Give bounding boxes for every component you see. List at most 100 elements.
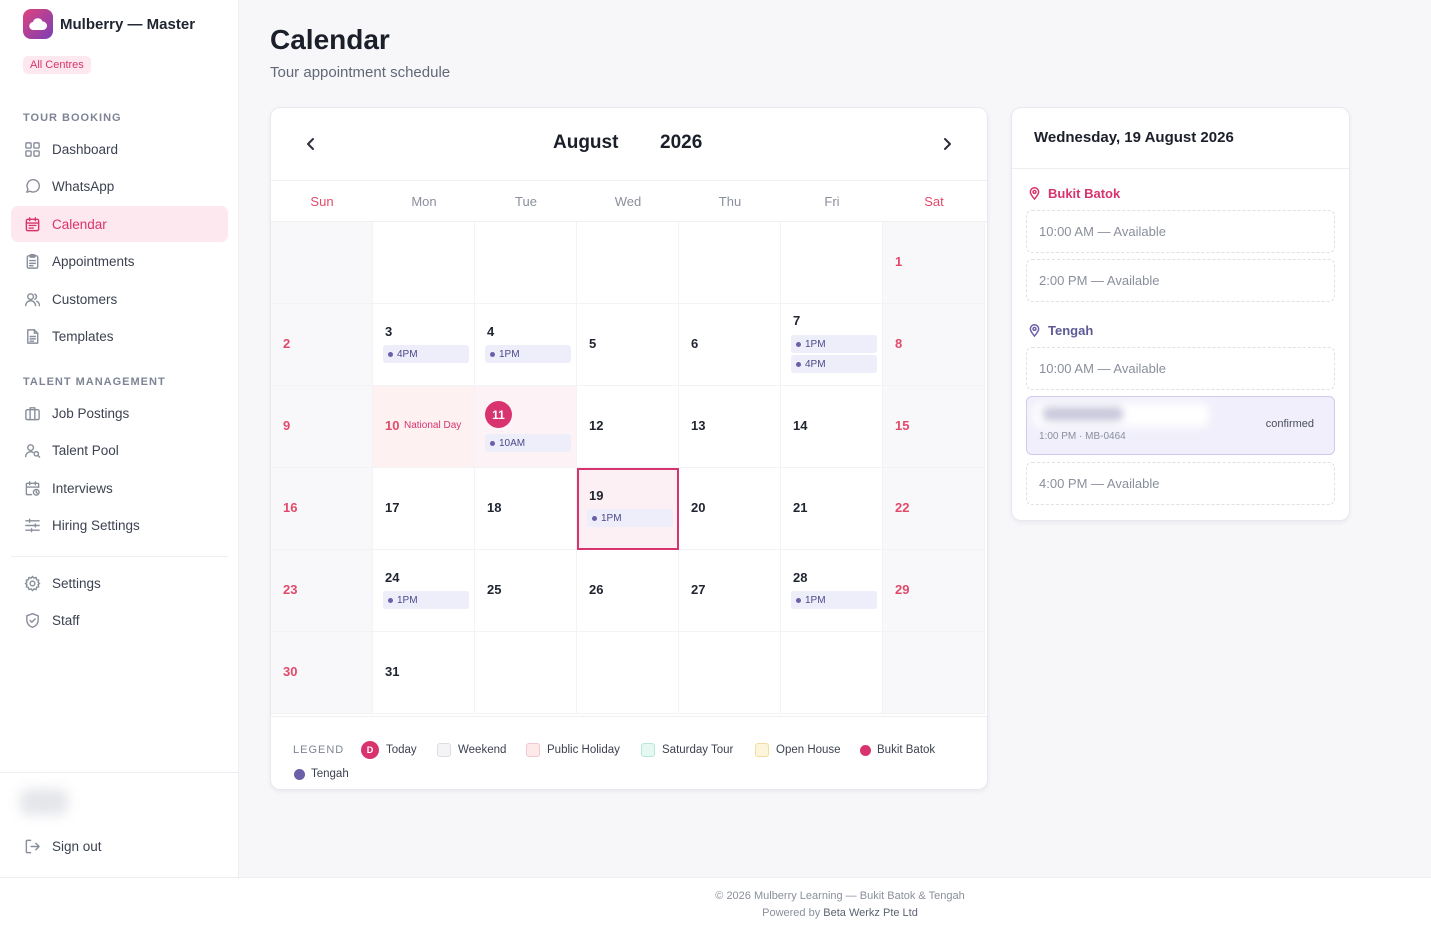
day-number: 7 xyxy=(793,313,801,328)
powered-by-text: Powered by xyxy=(762,907,821,919)
calendar-day-29[interactable]: 29 xyxy=(883,550,985,632)
calendar-day-23[interactable]: 23 xyxy=(271,550,373,632)
calendar-day-24[interactable]: 24 1PM xyxy=(373,550,475,632)
calendar-day-19[interactable]: 19 1PM xyxy=(577,468,679,550)
company-link[interactable]: Beta Werkz Pte Ltd xyxy=(823,907,918,919)
sidebar-item-label: Interviews xyxy=(52,480,113,496)
calendar-day-7[interactable]: 7 1PM 4PM xyxy=(781,304,883,386)
day-number: 21 xyxy=(793,500,808,515)
appointment-chip[interactable]: 1PM xyxy=(791,591,877,609)
time-slot[interactable]: 10:00 AM — Available xyxy=(1026,210,1335,253)
calendar-day-6[interactable]: 6 xyxy=(679,304,781,386)
sidebar-item-whatsapp[interactable]: WhatsApp xyxy=(11,168,228,204)
weekday-sat: Sat xyxy=(924,194,944,209)
calendar-year[interactable]: 2026 xyxy=(660,132,702,154)
sidebar-item-appointments[interactable]: Appointments xyxy=(11,243,228,279)
time-slot[interactable]: 2:00 PM — Available xyxy=(1026,259,1335,302)
footer-powered: Powered by Beta Werkz Pte Ltd xyxy=(0,907,1380,919)
cloud-logo-icon xyxy=(23,9,53,39)
calendar-day-15[interactable]: 15 xyxy=(883,386,985,468)
day-number: 17 xyxy=(385,500,400,515)
chevron-right-icon xyxy=(944,138,951,150)
sidebar-item-settings[interactable]: Settings xyxy=(11,565,228,601)
day-number: 15 xyxy=(895,418,910,433)
calendar-day-22[interactable]: 22 xyxy=(883,468,985,550)
sidebar-item-talent-pool[interactable]: Talent Pool xyxy=(11,432,228,468)
centre-dot xyxy=(388,597,393,603)
calendar-day-16[interactable]: 16 xyxy=(271,468,373,550)
legend: LEGEND D Today Weekend Public Holiday Sa… xyxy=(271,716,987,789)
calendar-day-5[interactable]: 5 xyxy=(577,304,679,386)
legend-label: Bukit Batok xyxy=(877,744,936,756)
calendar-day-28[interactable]: 28 1PM xyxy=(781,550,883,632)
sidebar-item-job-postings[interactable]: Job Postings xyxy=(11,395,228,431)
calendar-day-11[interactable]: 11 10AM xyxy=(475,386,577,468)
calendar-day-25[interactable]: 25 xyxy=(475,550,577,632)
calendar-day-10[interactable]: 10 National Day xyxy=(373,386,475,468)
page-subtitle: Tour appointment schedule xyxy=(270,64,451,81)
section-label-tour-booking: TOUR BOOKING xyxy=(23,112,122,124)
booking-reference: 1:00 PM · MB-0464 xyxy=(1039,431,1126,442)
calendar-day-13[interactable]: 13 xyxy=(679,386,781,468)
sidebar-item-staff[interactable]: Staff xyxy=(11,602,228,638)
sign-out-button[interactable]: Sign out xyxy=(11,828,228,864)
weekday-sun: Sun xyxy=(310,194,334,209)
brand[interactable]: Mulberry — Master xyxy=(23,9,195,39)
appointment-chip[interactable]: 1PM xyxy=(485,345,571,363)
time-slot[interactable]: 10:00 AM — Available xyxy=(1026,347,1335,390)
time-slot[interactable]: 4:00 PM — Available xyxy=(1026,462,1335,505)
appointment-chip[interactable]: 1PM xyxy=(383,591,469,609)
sidebar-item-hiring-settings[interactable]: Hiring Settings xyxy=(11,507,228,543)
appointment-chip[interactable]: 4PM xyxy=(383,345,469,363)
calendar-day-12[interactable]: 12 xyxy=(577,386,679,468)
centre-badge[interactable]: All Centres xyxy=(23,56,91,74)
calendar-day-30[interactable]: 30 xyxy=(271,632,373,714)
booked-slot[interactable]: 1:00 PM · MB-0464 confirmed xyxy=(1026,396,1335,455)
calendar-day-26[interactable]: 26 xyxy=(577,550,679,632)
day-number: 1 xyxy=(895,254,903,269)
calendar-day-2[interactable]: 2 xyxy=(271,304,373,386)
calendar-day-31[interactable]: 31 xyxy=(373,632,475,714)
day-number: 25 xyxy=(487,582,502,597)
calendar-empty-cell xyxy=(679,222,781,304)
centre-heading-bukit-batok: Bukit Batok xyxy=(1028,186,1120,201)
calendar-day-9[interactable]: 9 xyxy=(271,386,373,468)
sidebar-item-interviews[interactable]: Interviews xyxy=(11,470,228,506)
sidebar-item-dashboard[interactable]: Dashboard xyxy=(11,131,228,167)
calendar-empty-cell xyxy=(475,222,577,304)
appointment-time: 4PM xyxy=(805,358,826,370)
calendar-day-1[interactable]: 1 xyxy=(883,222,985,304)
calendar-empty-cell xyxy=(781,222,883,304)
day-number: 20 xyxy=(691,500,706,515)
today-marker: 11 xyxy=(485,401,512,428)
calendar-day-17[interactable]: 17 xyxy=(373,468,475,550)
sidebar-item-templates[interactable]: Templates xyxy=(11,318,228,354)
sign-out-icon xyxy=(23,837,41,855)
calendar-day-14[interactable]: 14 xyxy=(781,386,883,468)
appointment-chip[interactable]: 1PM xyxy=(791,335,877,353)
sidebar-item-calendar[interactable]: Calendar xyxy=(11,206,228,242)
calendar-day-8[interactable]: 8 xyxy=(883,304,985,386)
sidebar-item-customers[interactable]: Customers xyxy=(11,281,228,317)
centre-name: Tengah xyxy=(1048,323,1094,338)
centre-name: Bukit Batok xyxy=(1048,186,1121,201)
appointment-chip[interactable]: 4PM xyxy=(791,355,877,373)
centre-dot xyxy=(796,361,801,367)
calendar-day-20[interactable]: 20 xyxy=(679,468,781,550)
user-profile[interactable] xyxy=(0,772,239,834)
appointment-chip[interactable]: 1PM xyxy=(587,509,673,527)
calendar-day-27[interactable]: 27 xyxy=(679,550,781,632)
calendar-day-21[interactable]: 21 xyxy=(781,468,883,550)
appointment-chip[interactable]: 10AM xyxy=(485,434,571,452)
sidebar-item-label: Staff xyxy=(52,612,80,628)
day-detail-panel: Wednesday, 19 August 2026 Bukit Batok 10… xyxy=(1011,107,1350,521)
prev-month-button[interactable] xyxy=(297,130,325,158)
next-month-button[interactable] xyxy=(933,130,961,158)
calendar-day-3[interactable]: 3 4PM xyxy=(373,304,475,386)
calendar-month[interactable]: August xyxy=(553,132,618,154)
calendar-day-4[interactable]: 4 1PM xyxy=(475,304,577,386)
legend-public-holiday: Public Holiday xyxy=(526,743,620,757)
calendar-day-18[interactable]: 18 xyxy=(475,468,577,550)
centre-dot xyxy=(796,597,801,603)
day-number: 26 xyxy=(589,582,604,597)
